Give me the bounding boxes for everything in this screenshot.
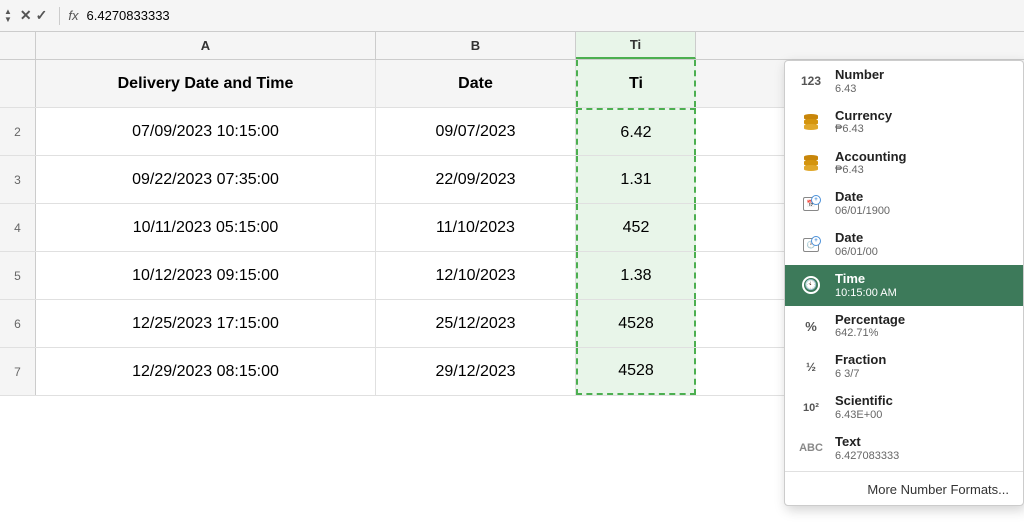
col-headers: A B Ti <box>0 32 1024 60</box>
format-example-time: 10:15:00 AM <box>835 287 897 300</box>
format-icon-number: 123 <box>797 74 825 88</box>
format-example-accounting: ₱6.43 <box>835 164 907 177</box>
format-example-scientific: 6.43E+00 <box>835 409 893 422</box>
cell-c[interactable]: 4528 <box>576 300 696 347</box>
cell-a[interactable]: 12/29/2023 08:15:00 <box>36 348 376 395</box>
format-item-currency[interactable]: Currency ₱6.43 <box>785 102 1023 143</box>
format-example-date1: 06/01/1900 <box>835 205 890 218</box>
format-name-time: Time <box>835 271 897 287</box>
format-name-text: Text <box>835 434 899 450</box>
format-name-percentage: Percentage <box>835 312 905 328</box>
cell-b[interactable]: 29/12/2023 <box>376 348 576 395</box>
cell-b[interactable]: 22/09/2023 <box>376 156 576 203</box>
format-name-number: Number <box>835 67 884 83</box>
formula-input[interactable] <box>87 8 1020 23</box>
format-name-currency: Currency <box>835 108 892 124</box>
format-item-text[interactable]: ABC Text 6.427083333 <box>785 428 1023 469</box>
format-item-percentage[interactable]: % Percentage 642.71% <box>785 306 1023 347</box>
format-item-time[interactable]: 🕙 Time 10:15:00 AM <box>785 265 1023 306</box>
cell-b[interactable]: Date <box>376 60 576 107</box>
format-example-fraction: 6 3/7 <box>835 368 886 381</box>
row-number: 6 <box>0 300 36 347</box>
format-icon-date1: 📅 + <box>797 195 825 213</box>
format-icon-date2: 🕐 + <box>797 236 825 254</box>
more-formats-button[interactable]: More Number Formats... <box>785 474 1023 505</box>
cell-a[interactable]: 07/09/2023 10:15:00 <box>36 108 376 155</box>
formula-bar-divider <box>59 7 60 25</box>
cell-a[interactable]: 10/12/2023 09:15:00 <box>36 252 376 299</box>
cell-a[interactable]: 10/11/2023 05:15:00 <box>36 204 376 251</box>
cell-a[interactable]: 12/25/2023 17:15:00 <box>36 300 376 347</box>
cell-a[interactable]: Delivery Date and Time <box>36 60 376 107</box>
cell-b[interactable]: 09/07/2023 <box>376 108 576 155</box>
fx-label: fx <box>68 8 78 23</box>
spreadsheet: A B Ti Delivery Date and TimeDateTi207/0… <box>0 32 1024 525</box>
cell-c[interactable]: 1.38 <box>576 252 696 299</box>
cell-c[interactable]: Ti <box>576 60 696 107</box>
cell-c[interactable]: 1.31 <box>576 156 696 203</box>
col-header-b[interactable]: B <box>376 32 576 59</box>
row-num-header <box>0 32 36 59</box>
format-name-date1: Date <box>835 189 890 205</box>
format-item-scientific[interactable]: 10² Scientific 6.43E+00 <box>785 387 1023 428</box>
confirm-button[interactable]: ✓ <box>36 7 48 24</box>
cell-b[interactable]: 12/10/2023 <box>376 252 576 299</box>
cell-c[interactable]: 452 <box>576 204 696 251</box>
format-example-date2: 06/01/00 <box>835 246 878 259</box>
col-header-a[interactable]: A <box>36 32 376 59</box>
format-icon-scientific: 10² <box>797 402 825 414</box>
format-name-date2: Date <box>835 230 878 246</box>
format-name-scientific: Scientific <box>835 393 893 409</box>
format-example-currency: ₱6.43 <box>835 123 892 136</box>
formula-bar: ▲ ▼ ✕ ✓ fx <box>0 0 1024 32</box>
row-col-nav[interactable]: ▲ ▼ <box>4 8 12 24</box>
row-number: 5 <box>0 252 36 299</box>
cancel-button[interactable]: ✕ <box>20 7 32 24</box>
format-dropdown: 123 Number 6.43 Currency ₱6.43 Accountin… <box>784 60 1024 506</box>
format-icon-currency <box>797 114 825 130</box>
cell-c[interactable]: 4528 <box>576 348 696 395</box>
format-example-text: 6.427083333 <box>835 450 899 463</box>
formula-bar-buttons: ✕ ✓ <box>16 7 51 24</box>
format-item-number[interactable]: 123 Number 6.43 <box>785 61 1023 102</box>
format-icon-accounting <box>797 155 825 171</box>
format-item-fraction[interactable]: ½ Fraction 6 3/7 <box>785 346 1023 387</box>
format-icon-text: ABC <box>797 442 825 454</box>
format-item-date1[interactable]: 📅 + Date 06/01/1900 <box>785 183 1023 224</box>
format-divider <box>785 471 1023 472</box>
row-number: 4 <box>0 204 36 251</box>
col-header-c[interactable]: Ti <box>576 32 696 59</box>
row-number: 2 <box>0 108 36 155</box>
format-item-accounting[interactable]: Accounting ₱6.43 <box>785 143 1023 184</box>
format-icon-time: 🕙 <box>797 276 825 294</box>
cell-c[interactable]: 6.42 <box>576 108 696 155</box>
row-number <box>0 60 36 107</box>
format-name-fraction: Fraction <box>835 352 886 368</box>
format-example-number: 6.43 <box>835 83 884 96</box>
row-number: 3 <box>0 156 36 203</box>
format-icon-percentage: % <box>797 319 825 334</box>
cell-b[interactable]: 11/10/2023 <box>376 204 576 251</box>
format-example-percentage: 642.71% <box>835 327 905 340</box>
cell-a[interactable]: 09/22/2023 07:35:00 <box>36 156 376 203</box>
format-icon-fraction: ½ <box>797 360 825 374</box>
format-item-date2[interactable]: 🕐 + Date 06/01/00 <box>785 224 1023 265</box>
row-number: 7 <box>0 348 36 395</box>
cell-b[interactable]: 25/12/2023 <box>376 300 576 347</box>
format-name-accounting: Accounting <box>835 149 907 165</box>
